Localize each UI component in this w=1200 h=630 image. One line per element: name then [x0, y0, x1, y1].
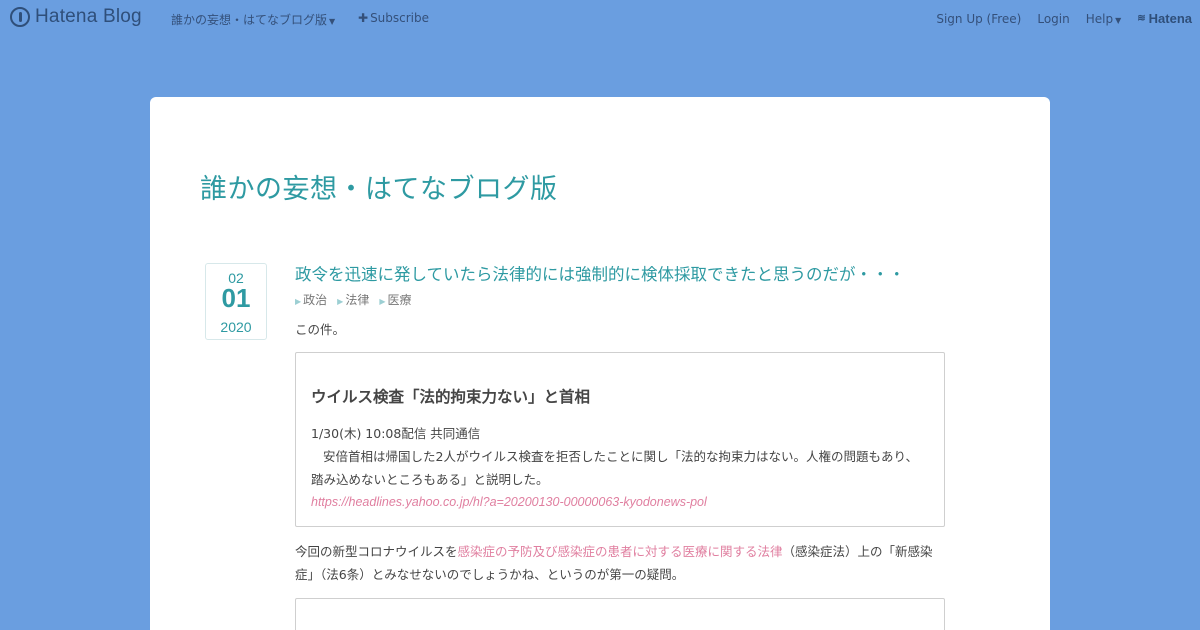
signup-link[interactable]: Sign Up (Free): [936, 12, 1021, 26]
category-label: 政治: [303, 293, 328, 307]
hatena-logo-text: Hatena: [1148, 11, 1192, 26]
category-link[interactable]: ▶ 法律: [337, 291, 369, 308]
date-year: 2020: [220, 319, 252, 335]
blog-container: 誰かの妄想・はてなブログ版 02 01 2020 政令を迅速に発していたら法律的…: [150, 97, 1050, 630]
entry-intro: この件。: [295, 322, 346, 337]
quote-heading: ウイルス検査「法的拘束力ない」と首相: [311, 388, 591, 406]
quote-body: 安倍首相は帰国した2人がウイルス検査を拒否したことに関し「法的な拘束力はない。人…: [311, 449, 918, 487]
header-right-nav: Sign Up (Free) Login Help ▼ ≋ Hatena: [936, 11, 1192, 26]
caret-down-icon: ▼: [1115, 15, 1122, 25]
law-link[interactable]: 感染症の予防及び感染症の患者に対する医療に関する法律: [458, 544, 783, 559]
caret-down-icon: ▼: [329, 17, 336, 26]
hatena-blog-logo[interactable]: Hatena Blog: [10, 6, 142, 28]
category-link[interactable]: ▶ 医療: [379, 291, 411, 308]
quote-meta: 1/30(木) 10:08配信 共同通信: [311, 426, 481, 441]
entry-title[interactable]: 政令を迅速に発していたら法律的には強制的に検体採取できたと思うのだが・・・: [295, 263, 905, 287]
login-link[interactable]: Login: [1037, 12, 1069, 26]
subscribe-label: Subscribe: [370, 11, 430, 25]
hatena-blog-icon: [10, 7, 30, 27]
category-label: 法律: [345, 293, 370, 307]
help-label: Help: [1085, 11, 1114, 26]
global-header: Hatena Blog 誰かの妄想・はてなブログ版 ▼ ✚ Subscribe Si…: [0, 0, 1200, 36]
help-dropdown[interactable]: Help ▼: [1086, 12, 1122, 26]
blockquote: ウイルス検査「法的拘束力ない」と首相 1/30(木) 10:08配信 共同通信 …: [295, 352, 945, 527]
entry-paragraph: 今回の新型コロナウイルスを感染症の予防及び感染症の患者に対する医療に関する法律（…: [295, 540, 950, 586]
entry: 政令を迅速に発していたら法律的には強制的に検体採取できたと思うのだが・・・ ▶ 政…: [295, 263, 945, 630]
brand-text: Hatena Blog: [35, 6, 142, 27]
quote-source-link[interactable]: https://headlines.yahoo.co.jp/hl?a=20200…: [311, 491, 929, 514]
blog-menu-dropdown[interactable]: 誰かの妄想・はてなブログ版 ▼: [171, 11, 335, 28]
hatena-bird-icon: ≋: [1137, 13, 1146, 24]
category-link[interactable]: ▶ 政治: [295, 291, 327, 308]
date-day: 01: [221, 283, 251, 313]
subscribe-button[interactable]: ✚ Subscribe: [358, 11, 429, 25]
entry-date[interactable]: 02 01 2020: [205, 263, 267, 340]
hatena-logo[interactable]: ≋ Hatena: [1137, 11, 1192, 26]
paragraph-text: 今回の新型コロナウイルスを: [295, 544, 458, 559]
triangle-icon: ▶: [337, 297, 344, 306]
plus-icon: ✚: [358, 11, 369, 25]
triangle-icon: ▶: [295, 297, 302, 306]
blog-menu-label: 誰かの妄想・はてなブログ版: [171, 13, 328, 27]
triangle-icon: ▶: [379, 297, 386, 306]
category-label: 医療: [387, 293, 412, 307]
blog-title[interactable]: 誰かの妄想・はてなブログ版: [200, 167, 558, 206]
blockquote: [295, 598, 945, 630]
entry-categories: ▶ 政治 ▶ 法律 ▶ 医療: [295, 291, 945, 308]
